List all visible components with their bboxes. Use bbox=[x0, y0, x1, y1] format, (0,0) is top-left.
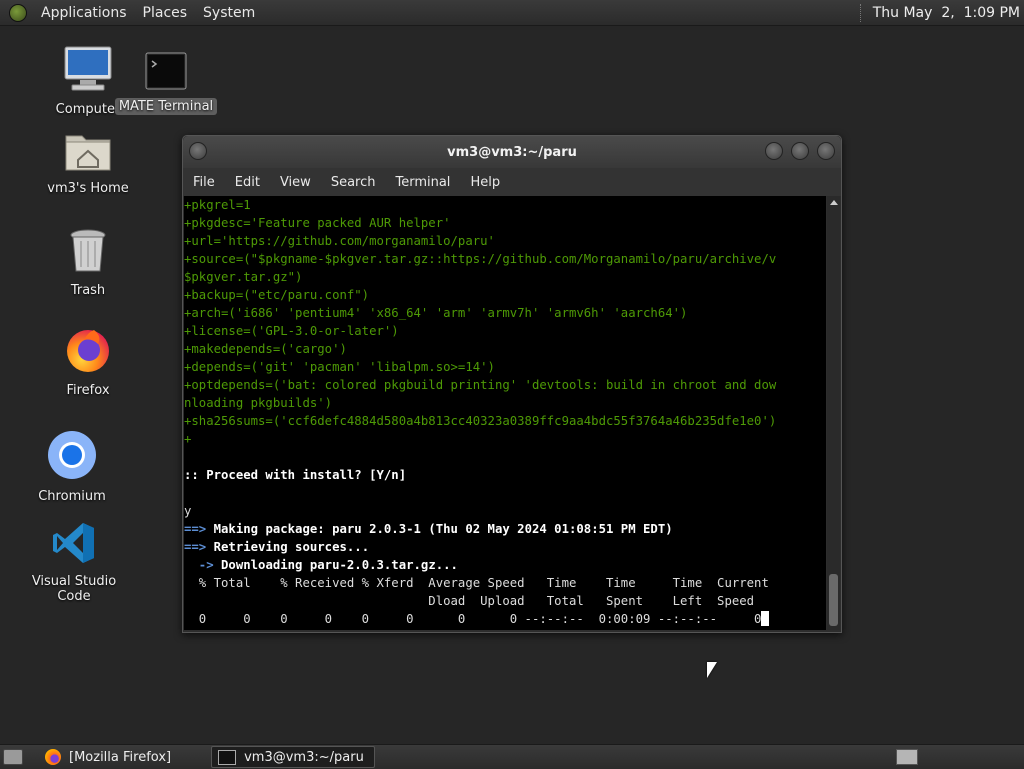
scroll-thumb[interactable] bbox=[829, 574, 838, 626]
taskbar-item-terminal[interactable]: vm3@vm3:~/paru bbox=[211, 746, 376, 768]
terminal-line: ==> Retrieving sources... bbox=[184, 538, 826, 556]
chromium-icon bbox=[48, 431, 96, 479]
menu-view[interactable]: View bbox=[270, 175, 321, 190]
terminal-line: ==> Making package: paru 2.0.3-1 (Thu 02… bbox=[184, 520, 826, 538]
desktop-icon-firefox[interactable]: Firefox bbox=[33, 326, 143, 399]
terminal-line: y bbox=[184, 504, 192, 518]
desktop-icon-label: vm3's Home bbox=[47, 181, 129, 196]
terminal-line: +arch=('i686' 'pentium4' 'x86_64' 'arm' … bbox=[184, 306, 688, 320]
desktop-icon-label: Chromium bbox=[38, 489, 106, 504]
terminal-line: +backup=("etc/paru.conf") bbox=[184, 288, 370, 302]
firefox-icon bbox=[67, 330, 109, 372]
desktop-icon-chromium[interactable]: Chromium bbox=[17, 430, 127, 505]
terminal-line: +source=("$pkgname-$pkgver.tar.gz::https… bbox=[184, 252, 777, 266]
terminal-icon bbox=[145, 52, 187, 90]
taskbar-item-label: [Mozilla Firefox] bbox=[69, 749, 172, 765]
menu-search[interactable]: Search bbox=[321, 175, 386, 190]
desktop-icon-label: Firefox bbox=[66, 383, 110, 398]
terminal-line: -> Downloading paru-2.0.3.tar.gz... bbox=[184, 556, 826, 574]
terminal-scrollbar[interactable] bbox=[827, 196, 840, 630]
places-menu[interactable]: Places bbox=[135, 5, 196, 21]
terminal-lines: +pkgrel=1 +pkgdesc='Feature packed AUR he… bbox=[184, 196, 826, 520]
panel-separator bbox=[859, 3, 863, 22]
window-menu-icon[interactable] bbox=[189, 142, 207, 160]
terminal-line: + bbox=[184, 432, 192, 446]
terminal-line: +url='https://github.com/morganamilo/par… bbox=[184, 234, 495, 248]
show-desktop-icon[interactable] bbox=[3, 749, 23, 765]
terminal-line: :: Proceed with install? [Y/n] bbox=[184, 468, 407, 482]
curl-progress-line: 0 0 0 0 0 0 0 0 --:--:-- 0:00:09 --:--:-… bbox=[184, 610, 826, 628]
terminal-line: +sha256sums=('ccf6defc4884d580a4b813cc40… bbox=[184, 414, 777, 428]
taskbar-item-firefox[interactable]: [Mozilla Firefox] bbox=[39, 747, 177, 767]
terminal-line: $pkgver.tar.gz") bbox=[184, 270, 303, 284]
desktop-icon-home[interactable]: vm3's Home bbox=[33, 128, 143, 197]
mouse-cursor-icon bbox=[707, 662, 717, 678]
home-folder-icon bbox=[65, 135, 111, 171]
menu-help[interactable]: Help bbox=[460, 175, 510, 190]
applications-menu[interactable]: Applications bbox=[33, 5, 135, 21]
curl-progress-text: 0 0 0 0 0 0 0 0 --:--:-- 0:00:09 --:--:-… bbox=[184, 612, 762, 626]
terminal-line: +optdepends=('bat: colored pkgbuild prin… bbox=[184, 378, 777, 392]
menu-terminal[interactable]: Terminal bbox=[385, 175, 460, 190]
minimize-icon[interactable] bbox=[765, 142, 783, 160]
arrow-marker: ==> bbox=[184, 522, 207, 536]
terminal-line: +depends=('git' 'pacman' 'libalpm.so>=14… bbox=[184, 360, 495, 374]
terminal-line: +makedepends=('cargo') bbox=[184, 342, 347, 356]
menu-file[interactable]: File bbox=[183, 175, 225, 190]
terminal-menubar: File Edit View Search Terminal Help bbox=[183, 168, 841, 196]
terminal-icon bbox=[218, 749, 237, 765]
arrow-marker: ==> bbox=[184, 540, 207, 554]
retrieving-text: Retrieving sources... bbox=[206, 540, 370, 554]
mate-logo-icon[interactable] bbox=[9, 3, 27, 22]
bottom-panel: [Mozilla Firefox] vm3@vm3:~/paru bbox=[0, 744, 1024, 769]
firefox-icon bbox=[45, 749, 61, 765]
menu-edit[interactable]: Edit bbox=[225, 175, 270, 190]
system-menu[interactable]: System bbox=[195, 5, 263, 21]
terminal-line: nloading pkgbuilds') bbox=[184, 396, 333, 410]
curl-header-line: Dload Upload Total Spent Left Speed bbox=[184, 594, 755, 608]
desktop-icon-label: MATE Terminal bbox=[114, 98, 218, 115]
arrow-marker: -> bbox=[184, 558, 214, 572]
desktop-icon-vscode[interactable]: Visual Studio Code bbox=[10, 521, 138, 605]
trash-icon bbox=[70, 229, 106, 272]
window-titlebar[interactable]: vm3@vm3:~/paru bbox=[183, 136, 841, 168]
terminal-line: +license=('GPL-3.0-or-later') bbox=[184, 324, 399, 338]
downloading-text: Downloading paru-2.0.3.tar.gz... bbox=[213, 558, 458, 572]
terminal-line: +pkgrel=1 bbox=[184, 198, 251, 212]
desktop-icon-trash[interactable]: Trash bbox=[33, 228, 143, 299]
text-cursor bbox=[761, 611, 770, 626]
vscode-icon bbox=[53, 523, 94, 563]
taskbar-item-label: vm3@vm3:~/paru bbox=[244, 749, 364, 765]
clock[interactable]: Thu May 2, 1:09 PM bbox=[873, 5, 1024, 21]
scroll-up-icon[interactable] bbox=[830, 200, 838, 205]
close-icon[interactable] bbox=[817, 142, 835, 160]
terminal-window[interactable]: vm3@vm3:~/paru File Edit View Search Ter… bbox=[182, 135, 842, 633]
top-panel: Applications Places System Thu May 2, 1:… bbox=[0, 0, 1024, 26]
workspace-switcher[interactable] bbox=[896, 749, 918, 765]
making-package-text: Making package: paru 2.0.3-1 (Thu 02 May… bbox=[206, 522, 673, 536]
terminal-output[interactable]: +pkgrel=1 +pkgdesc='Feature packed AUR he… bbox=[184, 196, 826, 630]
terminal-line: +pkgdesc='Feature packed AUR helper' bbox=[184, 216, 451, 230]
curl-header-line: % Total % Received % Xferd Average Speed… bbox=[184, 576, 769, 590]
desktop-icon-label: Visual Studio Code bbox=[31, 574, 117, 604]
desktop-icon-label: Trash bbox=[70, 283, 106, 298]
maximize-icon[interactable] bbox=[791, 142, 809, 160]
computer-icon bbox=[64, 46, 112, 91]
window-title: vm3@vm3:~/paru bbox=[447, 144, 577, 160]
clock-area: Thu May 2, 1:09 PM bbox=[859, 0, 1024, 25]
desktop-icon-mate-terminal[interactable]: MATE Terminal bbox=[110, 52, 222, 115]
